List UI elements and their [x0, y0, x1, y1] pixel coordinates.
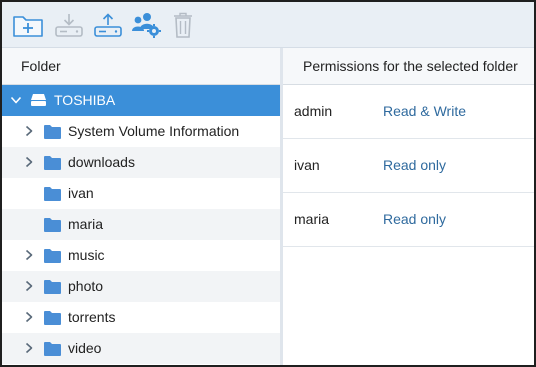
chevron-right-icon[interactable] [23, 249, 35, 261]
tree-item-folder[interactable]: ivan [2, 178, 280, 209]
file-manager-window: Folder TOSHIBA System Volume Information d… [0, 0, 536, 367]
tree-item-label: ivan [68, 185, 94, 201]
folder-icon [44, 156, 61, 170]
chevron-down-icon[interactable] [10, 94, 22, 106]
chevron-right-icon[interactable] [23, 311, 35, 323]
folder-icon [44, 187, 61, 201]
tree-item-label: downloads [68, 154, 135, 170]
tree-item-folder[interactable]: maria [2, 209, 280, 240]
folder-icon [44, 311, 61, 325]
folder-icon [44, 280, 61, 294]
new-folder-icon [13, 16, 43, 37]
upload-button[interactable] [91, 9, 125, 41]
permission-access-link[interactable]: Read & Write [383, 103, 466, 119]
tree-item-label: System Volume Information [68, 123, 240, 139]
permission-row: admin Read & Write [283, 85, 534, 139]
users-settings-icon [132, 13, 161, 38]
tree-item-label: music [68, 247, 105, 263]
tree-item-folder[interactable]: System Volume Information [2, 116, 280, 147]
folder-icon [44, 342, 61, 356]
tree-item-folder[interactable]: video [2, 333, 280, 364]
chevron-right-icon[interactable] [23, 125, 35, 137]
drive-icon [31, 94, 46, 106]
folder-tree: TOSHIBA System Volume Information download… [2, 85, 280, 364]
folder-icon [44, 249, 61, 263]
tree-item-drive[interactable]: TOSHIBA [2, 85, 280, 116]
permission-access-link[interactable]: Read only [383, 211, 446, 227]
permission-user: admin [294, 103, 333, 119]
tree-item-folder[interactable]: torrents [2, 302, 280, 333]
permissions-list: admin Read & Write ivan Read only maria Read … [283, 85, 534, 247]
folder-tree-pane: Folder TOSHIBA System Volume Information d… [2, 48, 280, 365]
tree-item-label: torrents [68, 309, 116, 325]
trash-icon [174, 12, 192, 38]
tree-item-label: video [68, 340, 102, 356]
tree-item-label: TOSHIBA [54, 92, 116, 108]
chevron-right-icon[interactable] [23, 156, 35, 168]
permissions-pane: Permissions for the selected folder admi… [283, 48, 534, 365]
folder-icon [44, 125, 61, 139]
permissions-column-header: Permissions for the selected folder [283, 48, 534, 85]
toolbar [2, 2, 534, 48]
download-icon [55, 14, 83, 37]
permission-user: maria [294, 211, 330, 227]
permission-row: maria Read only [283, 193, 534, 247]
permission-access-link[interactable]: Read only [383, 157, 446, 173]
chevron-right-icon[interactable] [23, 280, 35, 292]
tree-item-folder[interactable]: photo [2, 271, 280, 302]
upload-icon [94, 13, 122, 37]
tree-item-label: maria [68, 216, 104, 232]
chevron-right-icon[interactable] [23, 342, 35, 354]
permission-row: ivan Read only [283, 139, 534, 193]
tree-item-folder[interactable]: downloads [2, 147, 280, 178]
new-folder-button[interactable] [11, 9, 45, 41]
folder-icon [44, 218, 61, 232]
tree-item-folder[interactable]: music [2, 240, 280, 271]
folder-column-header: Folder [2, 48, 280, 85]
delete-button[interactable] [166, 9, 200, 41]
permission-user: ivan [294, 157, 320, 173]
user-permissions-button[interactable] [130, 9, 164, 41]
download-button[interactable] [52, 9, 86, 41]
tree-item-label: photo [68, 278, 104, 294]
